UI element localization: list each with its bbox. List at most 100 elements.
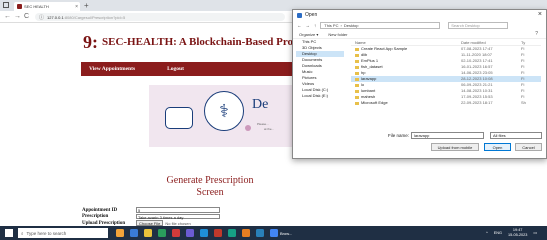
dialog-app-icon [297, 12, 302, 18]
close-tab-icon[interactable]: × [75, 4, 80, 10]
open-button[interactable]: Open [484, 143, 511, 151]
folder-icon [355, 71, 359, 75]
taskbar-search-input[interactable]: ⌕ Type here to search [18, 228, 108, 238]
prescription-label: Prescription [82, 214, 109, 219]
dialog-search-input[interactable]: Search Desktop [448, 21, 509, 29]
taskbar-search-placeholder: Type here to search [26, 230, 67, 236]
taskbar-browser-label: Brow... [280, 230, 293, 236]
taskbar-app-icon[interactable] [186, 229, 194, 237]
open-file-dialog: Open × ← → ↑ This PC › Desktop Search De… [292, 9, 547, 159]
taskbar: ⌕ Type here to search Brow... ^ ENG 19:4… [0, 226, 547, 240]
folder-icon [355, 53, 359, 57]
banner-decoration [245, 125, 251, 131]
page-title-line1: Generate Prescription [166, 175, 254, 186]
url-text: 127.0.0.1:8080/Cargesul/Prescription?pid… [47, 15, 125, 20]
file-type-cell: Sh [521, 100, 526, 105]
caduceus-icon: ⚕ [204, 91, 244, 131]
filetype-select[interactable]: All files [490, 132, 542, 139]
windows-start-icon[interactable] [5, 229, 13, 237]
taskbar-app-icon[interactable] [228, 229, 236, 237]
clock[interactable]: 19:47 15-05-2023 [508, 228, 527, 237]
appointment-id-input[interactable]: 5 [136, 207, 220, 213]
folder-icon [355, 89, 359, 93]
folder-icon [355, 77, 359, 81]
browser-tab[interactable]: SEC HEALTH × [14, 2, 80, 11]
dialog-footer: File name: laravapp All files Upload fro… [293, 131, 547, 159]
banner-small-text-1: Please... [257, 122, 269, 126]
taskbar-app-icon[interactable] [116, 229, 124, 237]
column-type[interactable]: Ty [521, 39, 537, 45]
taskbar-app-icon[interactable] [172, 229, 180, 237]
new-folder-button[interactable]: New folder [328, 32, 347, 37]
taskbar-app-icon[interactable] [256, 229, 264, 237]
folder-icon [355, 59, 359, 63]
url-host: 127.0.0.1 [47, 14, 64, 20]
new-tab-button[interactable]: + [84, 1, 89, 10]
upload-prescription-label: Upload Prescription [82, 220, 126, 226]
file-name-cell: Microsoft Edge [351, 100, 461, 106]
help-icon[interactable]: ? [535, 31, 538, 37]
taskbar-apps [116, 229, 264, 237]
tray-chevron-icon[interactable]: ^ [486, 231, 488, 235]
back-arrow-icon[interactable]: ← [297, 23, 302, 28]
organize-button[interactable]: Organize ▾ [299, 32, 318, 37]
dialog-toolbar: Organize ▾ New folder ? [293, 30, 546, 39]
forward-arrow-icon[interactable]: → [306, 23, 311, 28]
search-icon: ⌕ [21, 230, 24, 236]
folder-icon [355, 83, 359, 87]
path-this-pc[interactable]: This PC [324, 23, 338, 28]
info-icon[interactable]: ⓘ [39, 14, 44, 21]
choose-file-button[interactable]: Choose File [136, 220, 164, 226]
browser-icon [270, 229, 278, 237]
url-input[interactable]: ⓘ 127.0.0.1:8080/Cargesul/Prescription?p… [35, 13, 285, 21]
up-arrow-icon[interactable]: ↑ [314, 23, 316, 28]
file-list: Name Date modified Ty Create React App S… [351, 39, 541, 106]
folder-icon [355, 47, 359, 51]
taskbar-app-icon[interactable] [200, 229, 208, 237]
taskbar-app-icon[interactable] [242, 229, 250, 237]
path-separator: › [340, 22, 342, 28]
window-icon [3, 2, 9, 8]
dialog-body: This PC 3D Objects Desktop Documents Downloa… [293, 39, 547, 131]
column-date[interactable]: Date modified [461, 39, 521, 45]
web-page: 9: SEC-HEALTH: A Blockchain-Based Protoc… [60, 23, 332, 234]
file-list-header: Name Date modified Ty [351, 39, 541, 46]
taskbar-app-icon[interactable] [158, 229, 166, 237]
taskbar-browser-item[interactable]: Brow... [270, 229, 292, 237]
filename-label: File name: [388, 133, 410, 138]
taskbar-app-icon[interactable] [144, 229, 152, 237]
page-title-line2: Screen [196, 187, 224, 198]
file-date-cell: 22-09-2023 18:17 [461, 100, 493, 105]
path-breadcrumb[interactable]: This PC › Desktop [320, 21, 441, 29]
reload-icon[interactable]: C [24, 13, 29, 20]
dialog-titlebar: Open × [293, 10, 546, 20]
banner-small-text-2: at the... [264, 127, 275, 131]
notification-icon[interactable]: ▭ [533, 230, 537, 235]
file-name: Microsoft Edge [361, 100, 388, 105]
taskbar-app-icon[interactable] [130, 229, 138, 237]
prescription-input[interactable]: Take avarin 3 times a day [136, 213, 220, 220]
file-row[interactable]: Microsoft Edge 22-09-2023 18:17 Sh [351, 100, 541, 106]
menu-bar: View Appointments Logout [81, 62, 300, 76]
banner-text: De [252, 97, 269, 112]
folder-icon [355, 65, 359, 69]
nav-pane-item[interactable]: Local Disk (E:) [296, 93, 344, 99]
cancel-button[interactable]: Cancel [515, 143, 542, 151]
folder-icon [355, 95, 359, 99]
tab-title: SEC HEALTH [24, 4, 49, 9]
menu-logout[interactable]: Logout [167, 66, 184, 72]
taskbar-app-icon[interactable] [214, 229, 222, 237]
filename-input[interactable]: laravapp [411, 132, 484, 139]
menu-view-appointments[interactable]: View Appointments [89, 66, 135, 72]
dialog-close-icon[interactable]: × [538, 11, 542, 18]
dialog-title: Open [305, 12, 318, 18]
language-indicator[interactable]: ENG [494, 231, 502, 235]
system-tray: ^ ENG 19:47 15-05-2023 ▭ [486, 228, 537, 237]
forward-icon[interactable]: → [14, 13, 21, 20]
dialog-path-row: ← → ↑ This PC › Desktop Search Desktop [293, 20, 546, 30]
path-desktop[interactable]: Desktop [344, 23, 359, 28]
back-icon[interactable]: ← [4, 13, 11, 20]
folder-icon [355, 101, 359, 105]
column-name[interactable]: Name [351, 39, 461, 45]
upload-from-mobile-button[interactable]: Upload from mobile [431, 143, 479, 151]
